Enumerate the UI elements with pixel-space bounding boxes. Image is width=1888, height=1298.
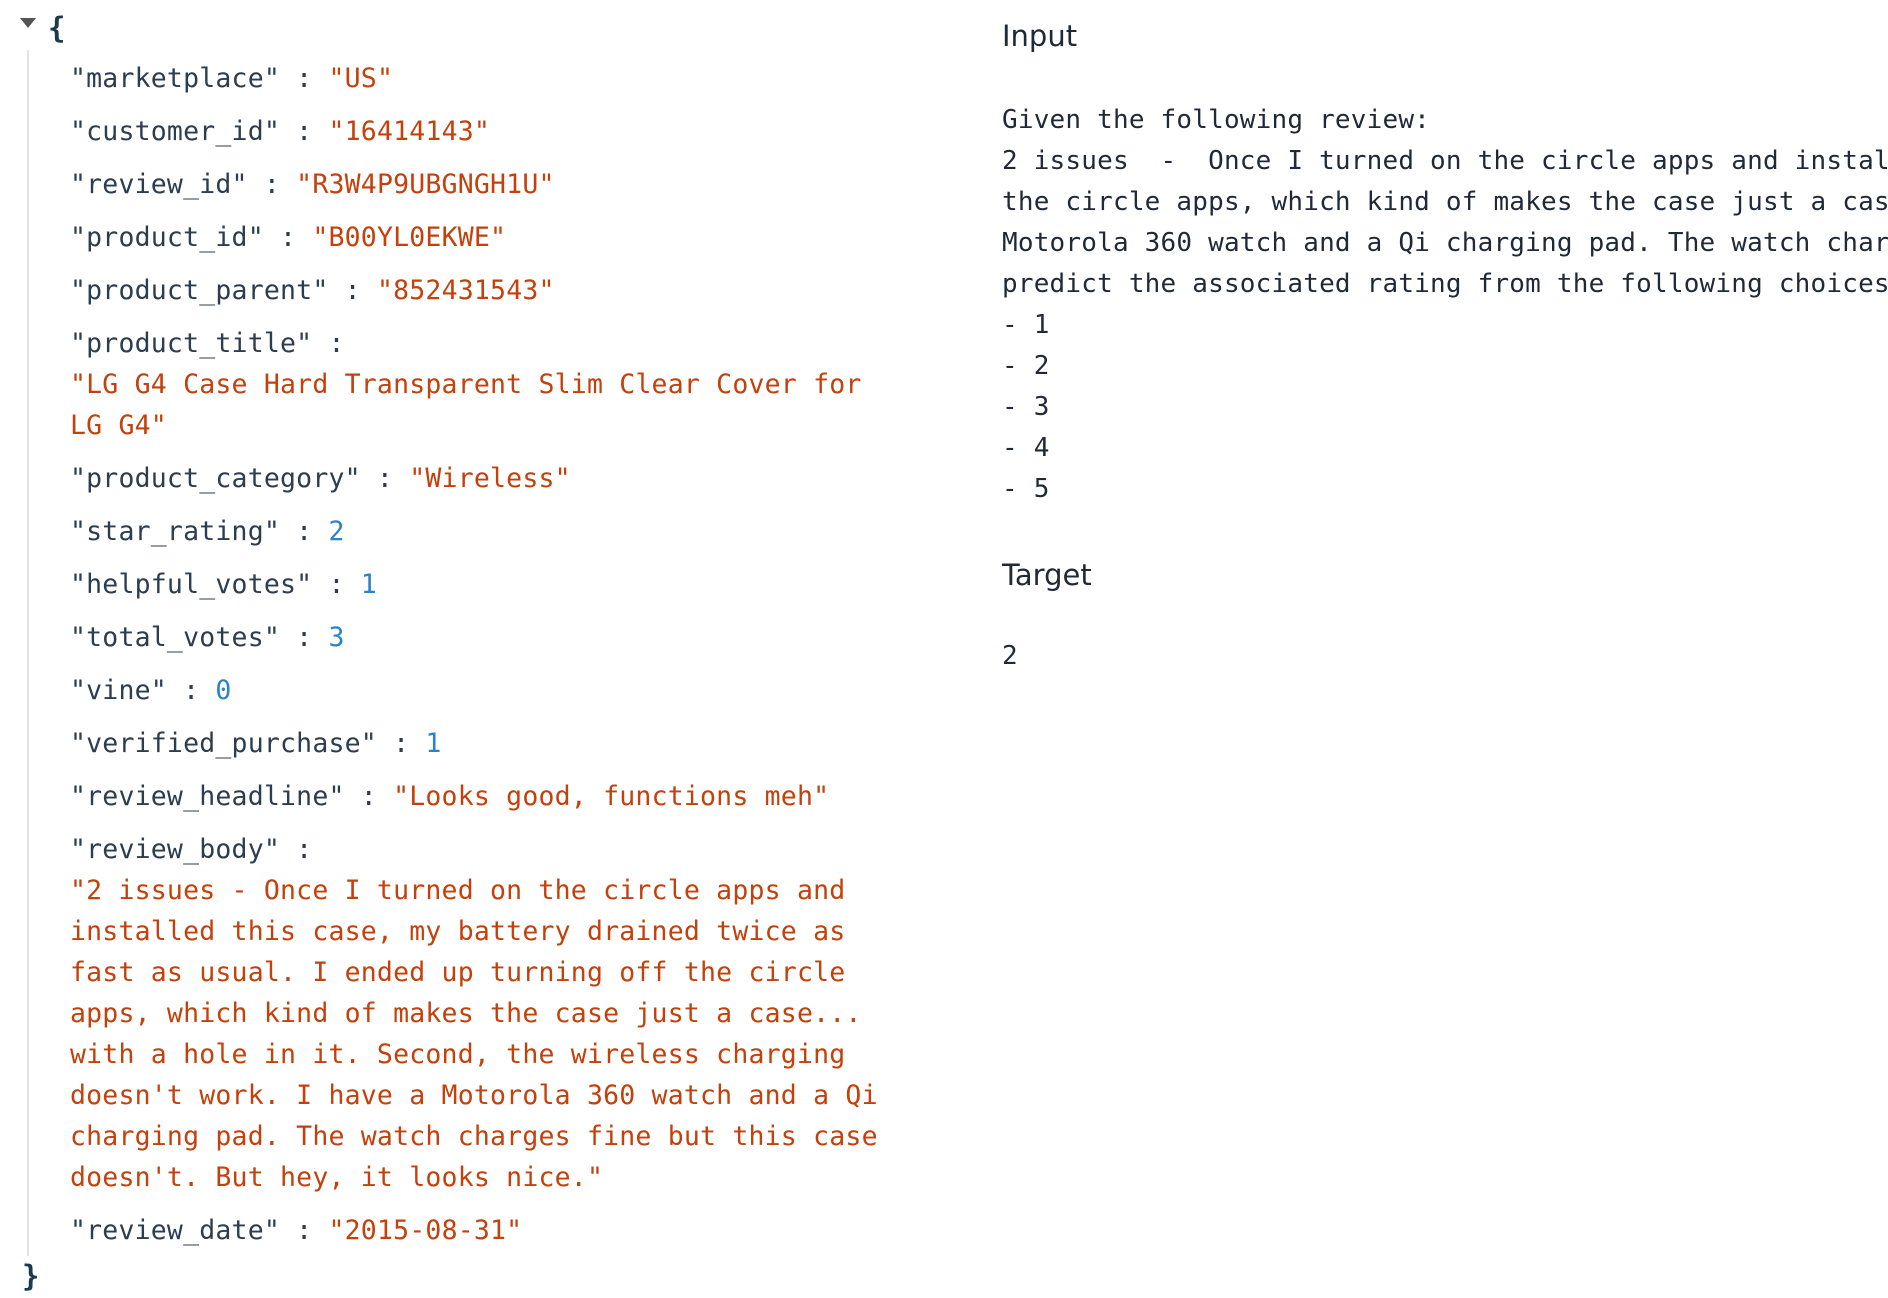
json-key: "review_body" (70, 834, 281, 865)
target-text: 2 (1002, 641, 1018, 671)
json-value: "R3W4P9UBGNGH1U" (296, 169, 555, 200)
indent-guide (27, 50, 29, 1256)
input-title: Input (1002, 19, 1078, 53)
json-colon: : (312, 328, 345, 359)
json-field-row: "star_rating" : 2 (70, 511, 890, 552)
json-field-row: "marketplace" : "US" (70, 58, 890, 99)
json-colon: : (166, 675, 216, 706)
json-key: "helpful_votes" (70, 569, 313, 600)
json-value: 1 (425, 728, 442, 759)
json-key: "product_parent" (70, 275, 329, 306)
json-colon: : (247, 169, 297, 200)
json-colon: : (280, 834, 313, 865)
json-colon: : (360, 463, 410, 494)
json-field-row: "review_headline" : "Looks good, functio… (70, 776, 890, 817)
json-key: "product_category" (70, 463, 361, 494)
json-key: "review_id" (70, 169, 248, 200)
json-field-row: "helpful_votes" : 1 (70, 564, 890, 605)
json-key: "total_votes" (70, 622, 281, 653)
json-field-row: "review_body" : "2 issues - Once I turne… (70, 829, 890, 1198)
json-value: "2015-08-31" (328, 1215, 523, 1246)
json-value: "B00YL0EKWE" (312, 222, 507, 253)
json-value: 3 (328, 622, 345, 653)
json-key: "review_headline" (70, 781, 345, 812)
json-fields: "marketplace" : "US" "customer_id" : "164… (70, 58, 890, 1263)
json-colon: : (263, 222, 313, 253)
json-viewer: { "marketplace" : "US" "customer_id" : "1… (0, 0, 960, 1298)
json-field-row: "review_date" : "2015-08-31" (70, 1210, 890, 1251)
json-value: "2 issues - Once I turned on the circle … (70, 875, 878, 1193)
json-colon: : (312, 569, 361, 600)
json-value: "16414143" (328, 116, 491, 147)
json-key: "star_rating" (70, 516, 281, 547)
json-colon: : (280, 622, 329, 653)
json-key: "verified_purchase" (70, 728, 377, 759)
input-text: Given the following review: 2 issues - O… (1002, 105, 1888, 504)
json-open-brace: { (48, 11, 66, 45)
json-field-row: "product_title" : "LG G4 Case Hard Trans… (70, 323, 890, 446)
json-key: "vine" (70, 675, 167, 706)
json-field-row: "product_parent" : "852431543" (70, 270, 890, 311)
json-close-brace: } (22, 1259, 40, 1293)
json-colon: : (280, 1215, 329, 1246)
json-key: "marketplace" (70, 63, 281, 94)
json-value: 0 (215, 675, 232, 706)
json-value: "US" (328, 63, 394, 94)
json-value: "852431543" (376, 275, 555, 306)
input-target-panel: Input Given the following review: 2 issu… (1002, 0, 1888, 1298)
json-field-row: "product_category" : "Wireless" (70, 458, 890, 499)
json-field-row: "verified_purchase" : 1 (70, 723, 890, 764)
json-colon: : (344, 781, 394, 812)
json-colon: : (376, 728, 426, 759)
json-colon: : (328, 275, 377, 306)
json-field-row: "vine" : 0 (70, 670, 890, 711)
json-key: "product_id" (70, 222, 264, 253)
json-key: "review_date" (70, 1215, 281, 1246)
json-value: 1 (360, 569, 377, 600)
json-value: "Wireless" (409, 463, 571, 494)
caret-down-icon[interactable] (20, 18, 36, 28)
json-value: "LG G4 Case Hard Transparent Slim Clear … (70, 369, 862, 441)
json-key: "customer_id" (70, 116, 281, 147)
json-colon: : (280, 116, 329, 147)
json-colon: : (280, 63, 329, 94)
json-field-row: "review_id" : "R3W4P9UBGNGH1U" (70, 164, 890, 205)
json-value: "Looks good, functions meh" (393, 781, 830, 812)
json-value: 2 (328, 516, 345, 547)
json-field-row: "total_votes" : 3 (70, 617, 890, 658)
json-field-row: "product_id" : "B00YL0EKWE" (70, 217, 890, 258)
target-title: Target (1002, 558, 1092, 592)
json-colon: : (280, 516, 329, 547)
json-key: "product_title" (70, 328, 313, 359)
json-field-row: "customer_id" : "16414143" (70, 111, 890, 152)
